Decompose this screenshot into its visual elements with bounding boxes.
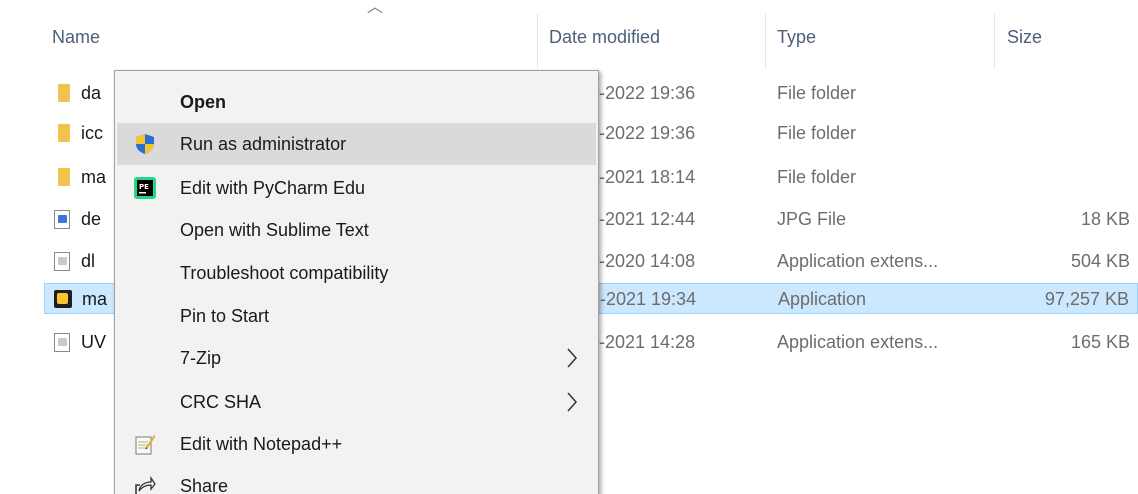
menu-item-label: Edit with PyCharm Edu	[180, 178, 366, 198]
menu-item-share[interactable]: Share	[117, 465, 596, 494]
file-name: ma	[82, 289, 108, 309]
file-type: File folder	[777, 167, 857, 187]
file-name: da	[81, 83, 102, 103]
image-file-icon	[54, 210, 70, 229]
column-header-type[interactable]: Type	[777, 24, 816, 50]
file-type: Application extens...	[777, 332, 939, 352]
file-type: JPG File	[777, 209, 847, 229]
file-name: icc	[81, 123, 103, 143]
menu-item-troubleshoot-compatibility[interactable]: Troubleshoot compatibility	[117, 252, 596, 294]
file-name: dl	[81, 251, 96, 271]
menu-item-label: Troubleshoot compatibility	[180, 263, 389, 283]
column-divider[interactable]	[537, 14, 538, 68]
menu-item-7zip[interactable]: 7-Zip	[117, 337, 596, 379]
menu-item-edit-with-pycharm[interactable]: PE Edit with PyCharm Edu	[117, 167, 596, 209]
column-divider[interactable]	[765, 14, 766, 68]
file-type: Application	[778, 289, 867, 309]
uac-shield-icon	[136, 134, 154, 154]
context-menu: Open Run as administrator PE Edit with P…	[114, 70, 599, 494]
dll-file-icon	[54, 252, 70, 271]
file-date: -2021 18:14	[599, 167, 696, 187]
menu-item-pin-to-start[interactable]: Pin to Start	[117, 295, 596, 337]
menu-item-label: Pin to Start	[180, 306, 270, 326]
column-header-size[interactable]: Size	[1007, 24, 1042, 50]
file-name: UV	[81, 332, 107, 352]
file-size: 504 KB	[1070, 251, 1130, 271]
application-icon	[54, 290, 72, 308]
svg-text:PE: PE	[139, 183, 149, 191]
menu-item-label: Run as administrator	[180, 134, 347, 154]
menu-item-label: CRC SHA	[180, 392, 262, 412]
folder-icon	[58, 124, 70, 142]
file-date: -2021 19:34	[600, 289, 697, 309]
menu-item-label: Open	[180, 92, 227, 112]
chevron-right-icon	[567, 348, 578, 368]
file-size: 97,257 KB	[1044, 289, 1129, 309]
menu-item-label: 7-Zip	[180, 348, 222, 368]
folder-icon	[58, 168, 70, 186]
notepad-plus-plus-icon	[135, 435, 156, 455]
chevron-right-icon	[567, 392, 578, 412]
menu-item-edit-with-notepad-plus-plus[interactable]: Edit with Notepad++	[117, 423, 596, 465]
folder-icon	[58, 84, 70, 102]
file-date: -2022 19:36	[599, 83, 696, 103]
menu-item-open-with-sublime[interactable]: Open with Sublime Text	[117, 209, 596, 251]
file-type: Application extens...	[777, 251, 939, 271]
dll-file-icon	[54, 333, 70, 352]
menu-item-label: Share	[180, 476, 229, 494]
file-name: de	[81, 209, 102, 229]
menu-item-label: Open with Sublime Text	[180, 220, 369, 240]
file-size: 165 KB	[1070, 332, 1130, 352]
file-date: -2021 12:44	[599, 209, 696, 229]
menu-item-open[interactable]: Open	[117, 81, 596, 123]
share-icon	[135, 475, 156, 494]
file-size: 18 KB	[1080, 209, 1130, 229]
file-name: ma	[81, 167, 107, 187]
column-header-name[interactable]: Name	[52, 24, 100, 50]
file-date: -2022 19:36	[599, 123, 696, 143]
file-type: File folder	[777, 83, 857, 103]
column-divider[interactable]	[994, 14, 995, 68]
menu-item-crc-sha[interactable]: CRC SHA	[117, 381, 596, 423]
file-date: -2021 14:28	[599, 332, 696, 352]
column-header-date-modified[interactable]: Date modified	[549, 24, 660, 50]
file-date: -2020 14:08	[599, 251, 696, 271]
menu-item-label: Edit with Notepad++	[180, 434, 343, 454]
file-type: File folder	[777, 123, 857, 143]
sort-ascending-icon: ︿	[367, 0, 384, 16]
pycharm-icon: PE	[134, 177, 156, 199]
menu-item-run-as-administrator[interactable]: Run as administrator	[117, 123, 596, 165]
column-header: ︿ Name Date modified Type Size	[0, 0, 1138, 72]
